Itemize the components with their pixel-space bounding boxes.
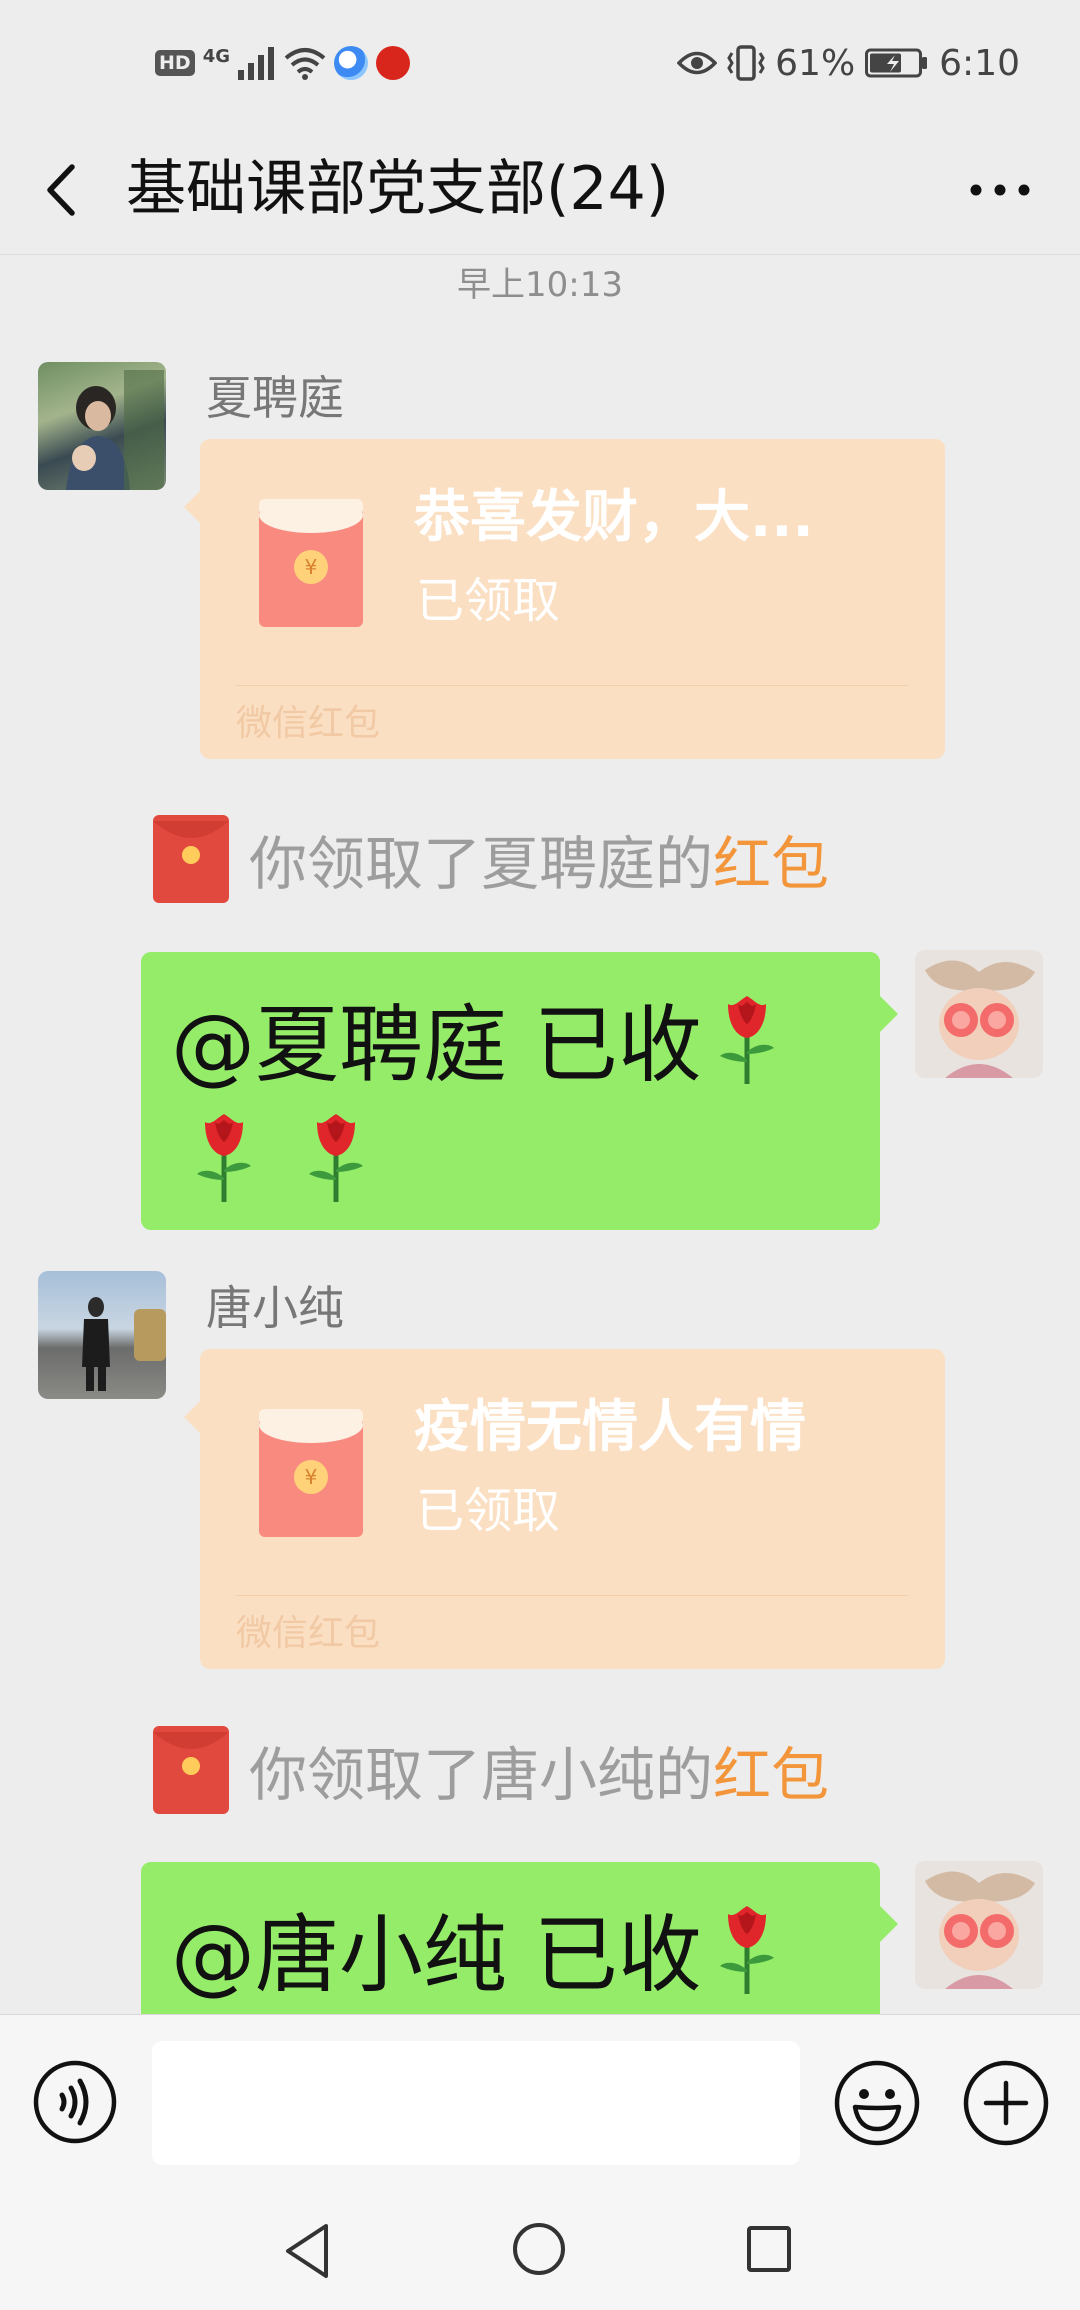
app-notification-icon-red — [376, 46, 410, 80]
battery-icon — [865, 48, 928, 78]
red-packet-link[interactable]: 红包 — [713, 817, 829, 901]
avatar-photo — [925, 1871, 1035, 1989]
vibrate-icon — [727, 45, 765, 81]
divider — [236, 685, 909, 686]
message-input[interactable] — [152, 2041, 800, 2165]
message-timestamp: 早上10:13 — [457, 265, 623, 305]
sender-name: 夏聘庭 — [206, 371, 344, 425]
avatar-photo — [925, 960, 1035, 1078]
avatar-photo — [82, 1297, 166, 1391]
status-right: 61% 6:10 — [677, 38, 1020, 88]
red-packet-footer: 微信红包 — [236, 1613, 381, 1654]
avatar[interactable] — [915, 950, 1043, 1078]
eye-comfort-icon — [677, 51, 718, 75]
chevron-left-icon[interactable] — [32, 155, 96, 225]
red-packet-card[interactable]: 恭喜发财，大... 已领取 微信红包 — [184, 439, 945, 759]
my-message-bubble[interactable]: @唐小纯 已收 — [141, 1862, 898, 2014]
nav-back-icon[interactable] — [280, 2220, 336, 2282]
rose-emoji — [191, 1108, 257, 1204]
clock-time: 6:10 — [939, 42, 1020, 84]
battery-percentage: 61% — [775, 42, 856, 84]
plus-circle-icon[interactable] — [962, 2059, 1050, 2147]
message-text: @夏聘庭 已收 — [171, 996, 702, 1094]
rose-emoji — [714, 990, 780, 1086]
red-packet-envelope-icon — [259, 499, 363, 627]
red-packet-icon — [153, 815, 229, 903]
chat-title: 基础课部党支部(24) — [126, 154, 670, 224]
message-text: @唐小纯 已收 — [171, 1906, 702, 2004]
chat-message-list[interactable]: 早上10:13 夏聘庭 恭喜发财，大... 已领取 微信红包 你领取了夏聘庭的 … — [0, 256, 1080, 2014]
notice-text: 你领取了唐小纯的 — [249, 1741, 714, 1809]
system-navigation-bar — [0, 2186, 1080, 2310]
rose-emoji — [714, 1900, 780, 1996]
network-type: 4G — [202, 45, 230, 67]
wifi-icon — [284, 48, 326, 80]
red-packet-title: 恭喜发财，大... — [414, 485, 814, 550]
avatar[interactable] — [915, 1861, 1043, 1989]
system-notice: 你领取了夏聘庭的 红包 — [153, 814, 829, 904]
red-packet-status: 已领取 — [416, 1483, 561, 1539]
red-packet-card[interactable]: 疫情无情人有情 已领取 微信红包 — [184, 1349, 945, 1669]
red-packet-footer: 微信红包 — [236, 703, 381, 744]
red-packet-icon — [153, 1726, 229, 1814]
hd-badge: HD — [155, 50, 195, 76]
more-dots-icon[interactable] — [960, 155, 1040, 225]
avatar[interactable] — [38, 1271, 166, 1399]
my-message-bubble[interactable]: @夏聘庭 已收 — [141, 952, 898, 1230]
chat-title-bar: 基础课部党支部(24) — [0, 125, 1080, 255]
red-packet-status: 已领取 — [416, 573, 561, 629]
status-left: HD 4G — [155, 38, 410, 88]
nav-recent-apps-icon[interactable] — [746, 2224, 792, 2274]
signal-icon — [238, 47, 274, 80]
divider — [236, 1595, 909, 1596]
voice-input-icon[interactable] — [32, 2059, 118, 2145]
status-bar: HD 4G 61% 6:10 — [0, 0, 1080, 125]
avatar-photo — [66, 370, 164, 490]
avatar[interactable] — [38, 362, 166, 490]
rose-emoji — [303, 1108, 369, 1204]
red-packet-envelope-icon — [259, 1409, 363, 1537]
message-input-bar — [0, 2014, 1080, 2186]
red-packet-link[interactable]: 红包 — [713, 1728, 829, 1812]
sender-name: 唐小纯 — [206, 1281, 344, 1335]
app-notification-icon — [334, 46, 368, 80]
notice-text: 你领取了夏聘庭的 — [249, 830, 714, 898]
system-notice: 你领取了唐小纯的 红包 — [153, 1725, 829, 1815]
emoji-icon[interactable] — [833, 2059, 921, 2147]
red-packet-title: 疫情无情人有情 — [414, 1395, 806, 1460]
nav-home-icon[interactable] — [511, 2221, 567, 2277]
